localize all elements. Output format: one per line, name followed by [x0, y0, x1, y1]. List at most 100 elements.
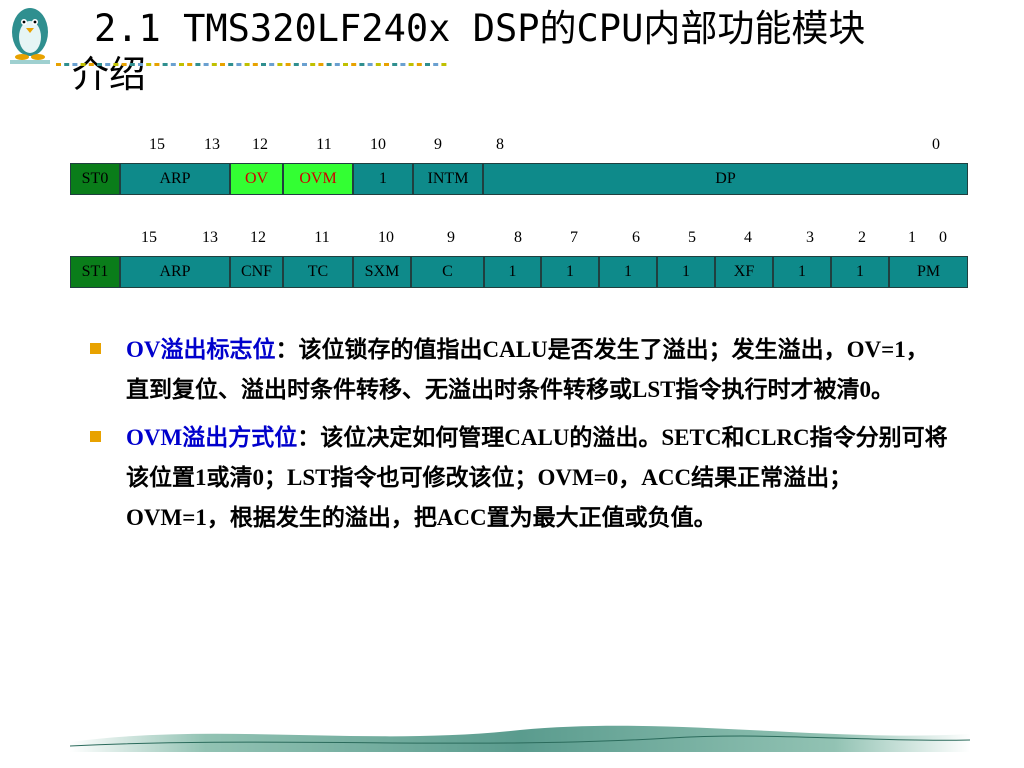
- dot: [236, 63, 242, 66]
- dot: [351, 63, 357, 66]
- st0-label: ST0: [70, 163, 120, 195]
- dot: [203, 63, 209, 66]
- dot: [375, 63, 381, 66]
- dot: [170, 63, 176, 66]
- dot: [343, 63, 348, 66]
- decorative-landscape-banner-icon: [70, 725, 970, 752]
- dot: [56, 63, 61, 66]
- dot: [416, 63, 422, 66]
- dot: [441, 63, 447, 66]
- bit-number: 15: [141, 229, 157, 246]
- dot: [211, 63, 217, 66]
- bit-number: 9: [447, 229, 455, 246]
- dot: [384, 63, 389, 66]
- bit-number: 12: [250, 229, 266, 246]
- dot: [359, 63, 365, 66]
- dot: [80, 63, 86, 66]
- st1-field-reserved: 1: [541, 256, 599, 288]
- st0-register: ST0 ARP OV OVM 1 INTM DP: [0, 163, 1024, 197]
- dot: [154, 63, 160, 66]
- dot: [146, 63, 152, 66]
- st0-field-reserved: 1: [353, 163, 413, 195]
- term-ov: OV溢出标志位: [126, 337, 276, 362]
- square-bullet-icon: [90, 431, 101, 442]
- dot: [425, 63, 430, 66]
- title-line-1: 2.1 TMS320LF240x DSP的CPU内部功能模块: [94, 7, 866, 50]
- dot: [138, 63, 143, 66]
- bit-number: 7: [570, 229, 578, 246]
- st1-field-reserved: 1: [831, 256, 889, 288]
- bit-number: 15: [149, 136, 165, 153]
- dot: [310, 63, 316, 66]
- bit-number: 3: [806, 229, 814, 246]
- st1-register: ST1 ARP CNF TC SXM C 1 1 1 1 XF 1 1 PM: [0, 256, 1024, 290]
- bit-number: 8: [496, 136, 504, 153]
- bit-number: 1: [908, 229, 916, 246]
- bit-number: 5: [688, 229, 696, 246]
- dot: [285, 63, 291, 66]
- dot: [64, 63, 70, 66]
- st1-field-reserved: 1: [599, 256, 657, 288]
- bit-number: 4: [744, 229, 752, 246]
- dot: [326, 63, 332, 66]
- dot: [318, 63, 324, 66]
- st1-field-reserved: 1: [484, 256, 541, 288]
- square-bullet-icon: [90, 343, 101, 354]
- dot: [367, 63, 373, 66]
- st1-field-tc: TC: [283, 256, 353, 288]
- bit-number: 10: [370, 136, 386, 153]
- st1-field-pm: PM: [889, 256, 968, 288]
- st0-field-dp: DP: [483, 163, 968, 195]
- st0-bit-numbers: 15 13 12 11 10 9 8 0: [0, 136, 1024, 154]
- st1-field-xf: XF: [715, 256, 773, 288]
- dot: [269, 63, 275, 66]
- bit-number: 11: [316, 136, 332, 153]
- dot: [88, 63, 94, 66]
- st0-field-ov: OV: [230, 163, 283, 195]
- term-ovm: OVM溢出方式位: [126, 425, 298, 450]
- st1-field-reserved: 1: [657, 256, 715, 288]
- dot: [392, 63, 398, 66]
- dot: [195, 63, 201, 66]
- slide-title: 2.1 TMS320LF240x DSP的CPU内部功能模块 介绍: [72, 6, 1002, 98]
- dot: [220, 63, 225, 66]
- bit-number: 11: [314, 229, 330, 246]
- bit-number: 6: [632, 229, 640, 246]
- st1-label: ST1: [70, 256, 120, 288]
- title-line-2: 介绍: [72, 53, 146, 96]
- bit-number: 8: [514, 229, 522, 246]
- dot: [129, 63, 135, 66]
- bullet-ov: OV溢出标志位：该位锁存的值指出CALU是否发生了溢出；发生溢出，OV=1，直到…: [90, 330, 950, 410]
- bit-number: 9: [434, 136, 442, 153]
- bullet-ovm: OVM溢出方式位：该位决定如何管理CALU的溢出。SETC和CLRC指令分别可将…: [90, 418, 950, 538]
- dot: [162, 63, 168, 66]
- st1-field-c: C: [411, 256, 484, 288]
- dot: [187, 63, 193, 66]
- st1-field-sxm: SXM: [353, 256, 411, 288]
- bit-number: 0: [939, 229, 947, 246]
- dot: [261, 63, 266, 66]
- bit-number: 10: [378, 229, 394, 246]
- dot: [113, 63, 119, 66]
- bit-number: 12: [252, 136, 268, 153]
- bit-number: 2: [858, 229, 866, 246]
- dot: [97, 63, 102, 66]
- dot: [293, 63, 299, 66]
- dot: [433, 63, 439, 66]
- st1-field-reserved: 1: [773, 256, 831, 288]
- dot: [252, 63, 258, 66]
- dot: [121, 63, 127, 66]
- st0-field-intm: INTM: [413, 163, 483, 195]
- dot: [408, 63, 414, 66]
- dot: [334, 63, 340, 66]
- st0-field-ovm: OVM: [283, 163, 353, 195]
- dot: [72, 63, 78, 66]
- st1-bit-numbers: 15 13 12 11 10 9 8 7 6 5 4 3 2 1 0: [0, 229, 1024, 247]
- dot: [179, 63, 184, 66]
- st1-field-arp: ARP: [120, 256, 230, 288]
- penguin-logo-icon: [10, 8, 50, 64]
- decorative-dotted-line: [56, 63, 447, 66]
- st1-field-cnf: CNF: [230, 256, 283, 288]
- bit-number: 13: [204, 136, 220, 153]
- dot: [302, 63, 307, 66]
